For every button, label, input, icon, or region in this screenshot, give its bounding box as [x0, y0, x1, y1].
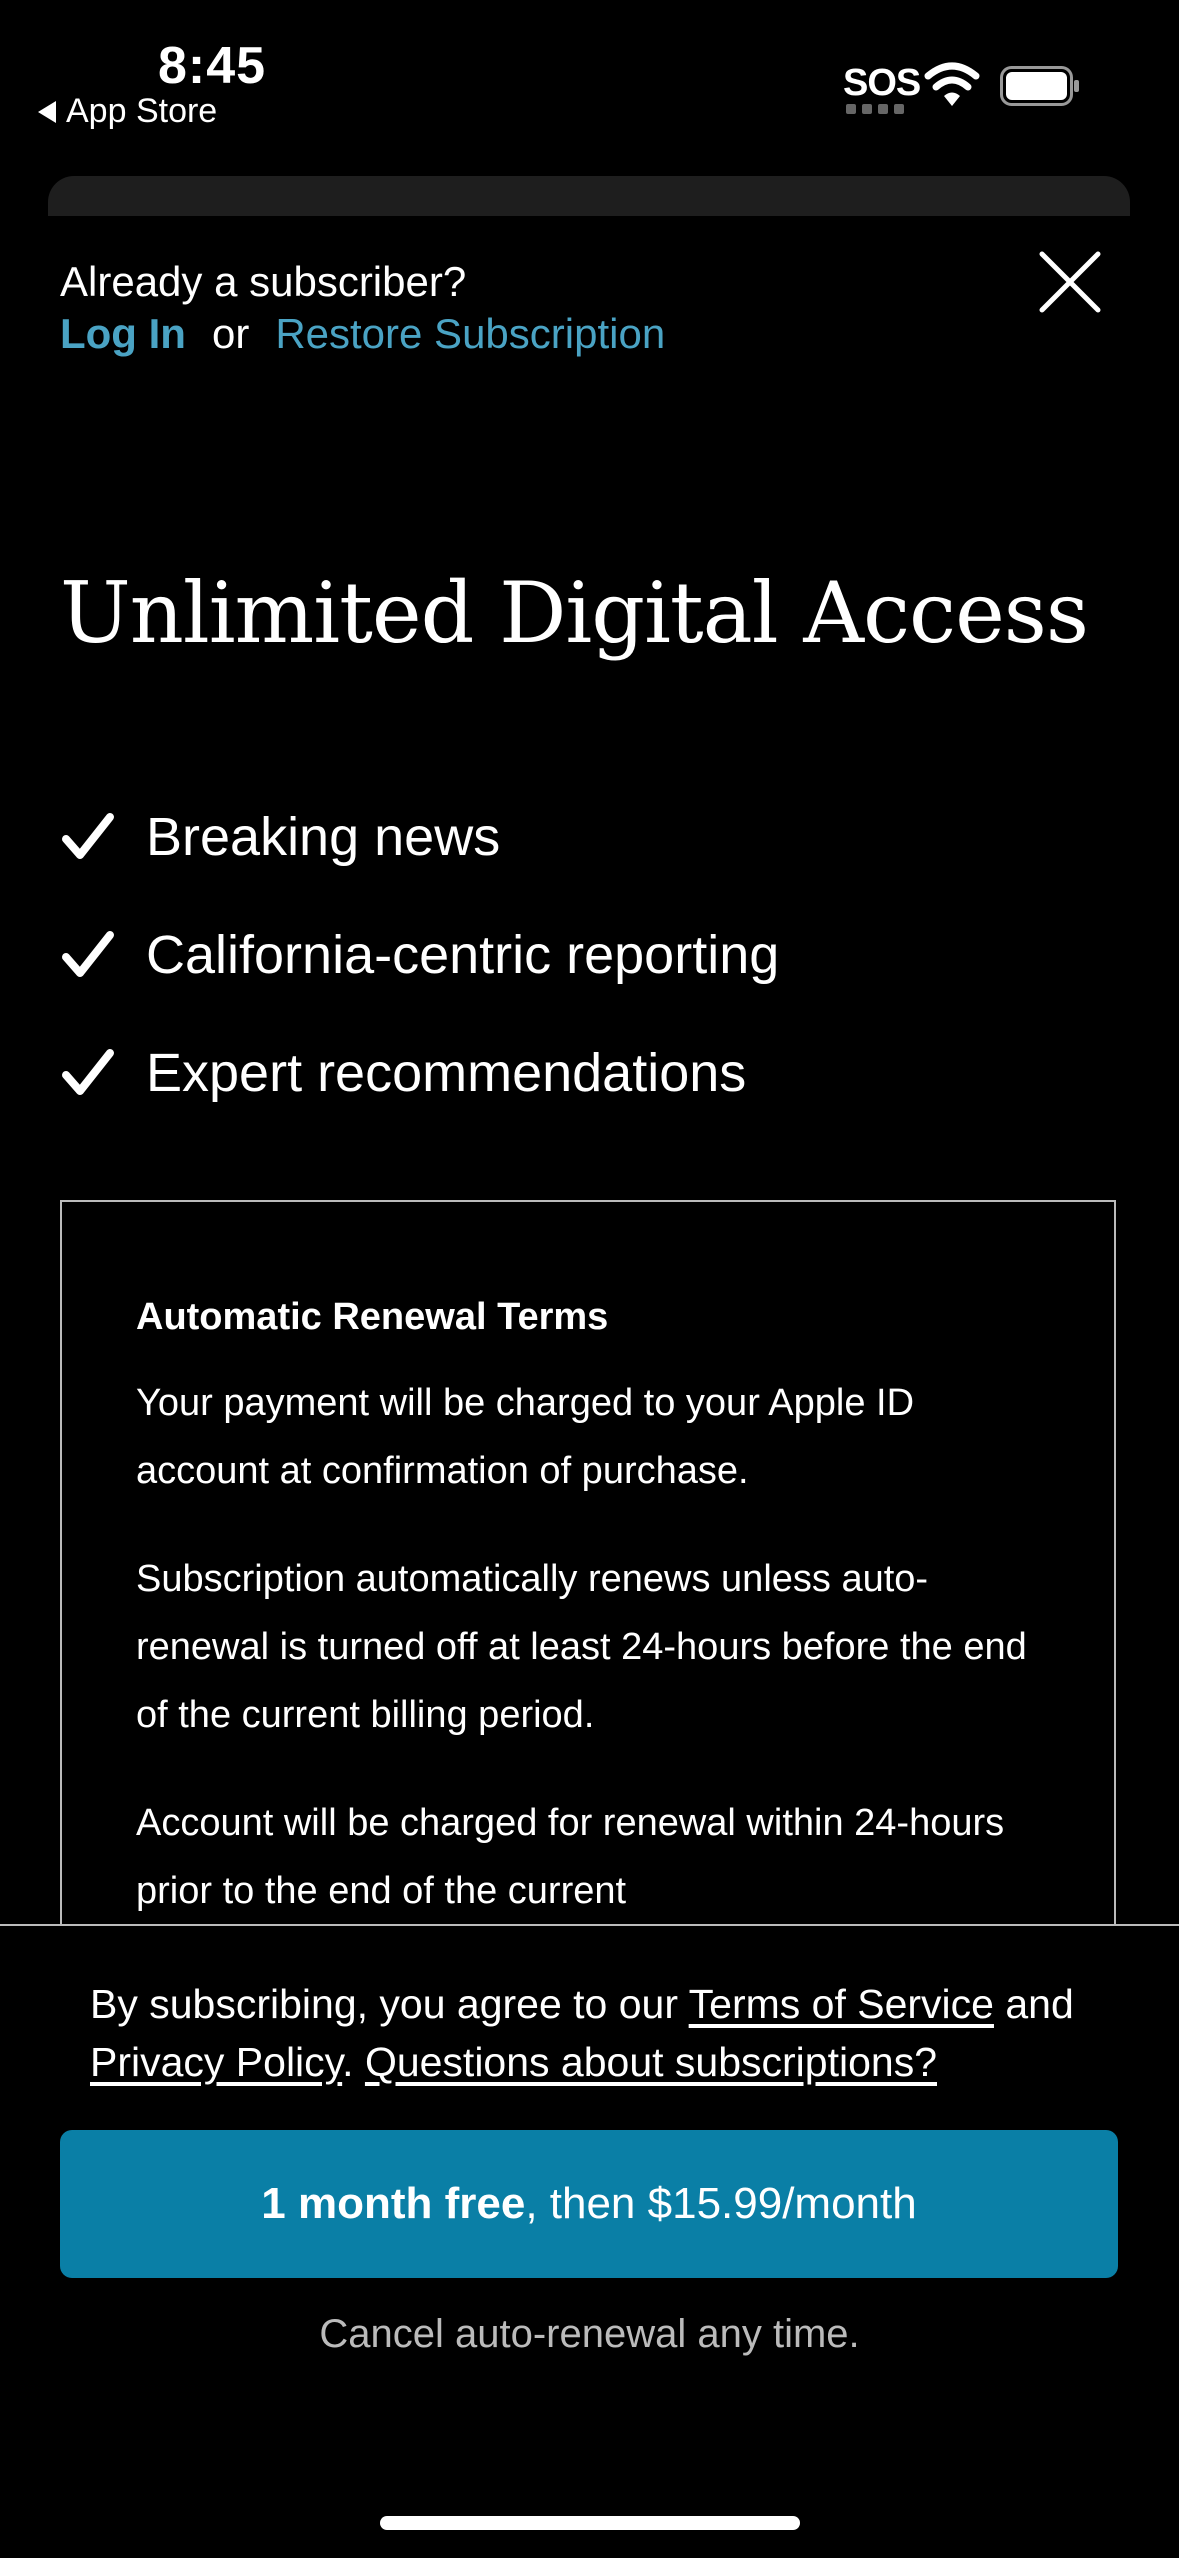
- back-app-label: App Store: [66, 92, 218, 130]
- questions-link[interactable]: Questions about subscriptions?: [365, 2039, 937, 2085]
- or-text: or: [211, 310, 250, 357]
- battery-icon: [1000, 66, 1079, 106]
- agree-and: and: [993, 1981, 1074, 2027]
- sos-indicator: SOS: [843, 62, 921, 104]
- privacy-policy-link[interactable]: Privacy Policy: [90, 2039, 342, 2085]
- feature-list: Breaking news California-centric reporti…: [60, 778, 779, 1132]
- wifi-icon: [924, 62, 980, 106]
- terms-content: Automatic Renewal Terms Your payment wil…: [136, 1296, 1036, 1958]
- checkmark-icon: [62, 813, 114, 859]
- agree-prefix: By subscribing, you agree to our: [90, 1981, 689, 2027]
- back-triangle-icon: [38, 100, 56, 123]
- agree-dot: .: [342, 2039, 365, 2085]
- signal-dots-icon: [846, 104, 904, 114]
- cta-rest: , then $15.99/month: [525, 2179, 917, 2228]
- feature-label: California-centric reporting: [146, 925, 780, 985]
- restore-subscription-link[interactable]: Restore Subscription: [275, 310, 665, 358]
- log-in-link[interactable]: Log In: [60, 310, 186, 358]
- agreement-text: By subscribing, you agree to our Terms o…: [90, 1975, 1110, 2091]
- renewal-terms-box[interactable]: Automatic Renewal Terms Your payment wil…: [60, 1200, 1116, 1960]
- status-time: 8:45: [158, 37, 267, 95]
- page-title: Unlimited Digital Access: [60, 564, 1089, 662]
- terms-of-service-link[interactable]: Terms of Service: [689, 1981, 994, 2027]
- terms-heading: Automatic Renewal Terms: [136, 1296, 609, 1338]
- terms-paragraph: Subscription automatically renews unless…: [136, 1558, 1027, 1736]
- feature-item: Breaking news: [60, 778, 779, 896]
- back-to-app-store[interactable]: App Store: [38, 92, 217, 131]
- subscribe-button[interactable]: 1 month free, then $15.99/month: [60, 2130, 1118, 2278]
- feature-item: California-centric reporting: [60, 896, 779, 1014]
- already-subscriber-text: Already a subscriber?: [60, 258, 467, 305]
- feature-label: Breaking news: [146, 807, 501, 867]
- cancel-note: Cancel auto-renewal any time.: [319, 2312, 860, 2356]
- cta-bold: 1 month free: [261, 2179, 526, 2228]
- feature-item: Expert recommendations: [60, 1014, 779, 1132]
- sheet-background-edge: [48, 176, 1130, 216]
- terms-paragraph: Your payment will be charged to your App…: [136, 1382, 915, 1492]
- close-icon[interactable]: [1036, 248, 1104, 316]
- checkmark-icon: [62, 1049, 114, 1095]
- terms-paragraph: Account will be charged for renewal with…: [136, 1802, 1005, 1912]
- checkmark-icon: [62, 931, 114, 977]
- feature-label: Expert recommendations: [146, 1043, 747, 1103]
- home-indicator[interactable]: [380, 2516, 800, 2530]
- login-row: Log In or Restore Subscription: [60, 310, 665, 358]
